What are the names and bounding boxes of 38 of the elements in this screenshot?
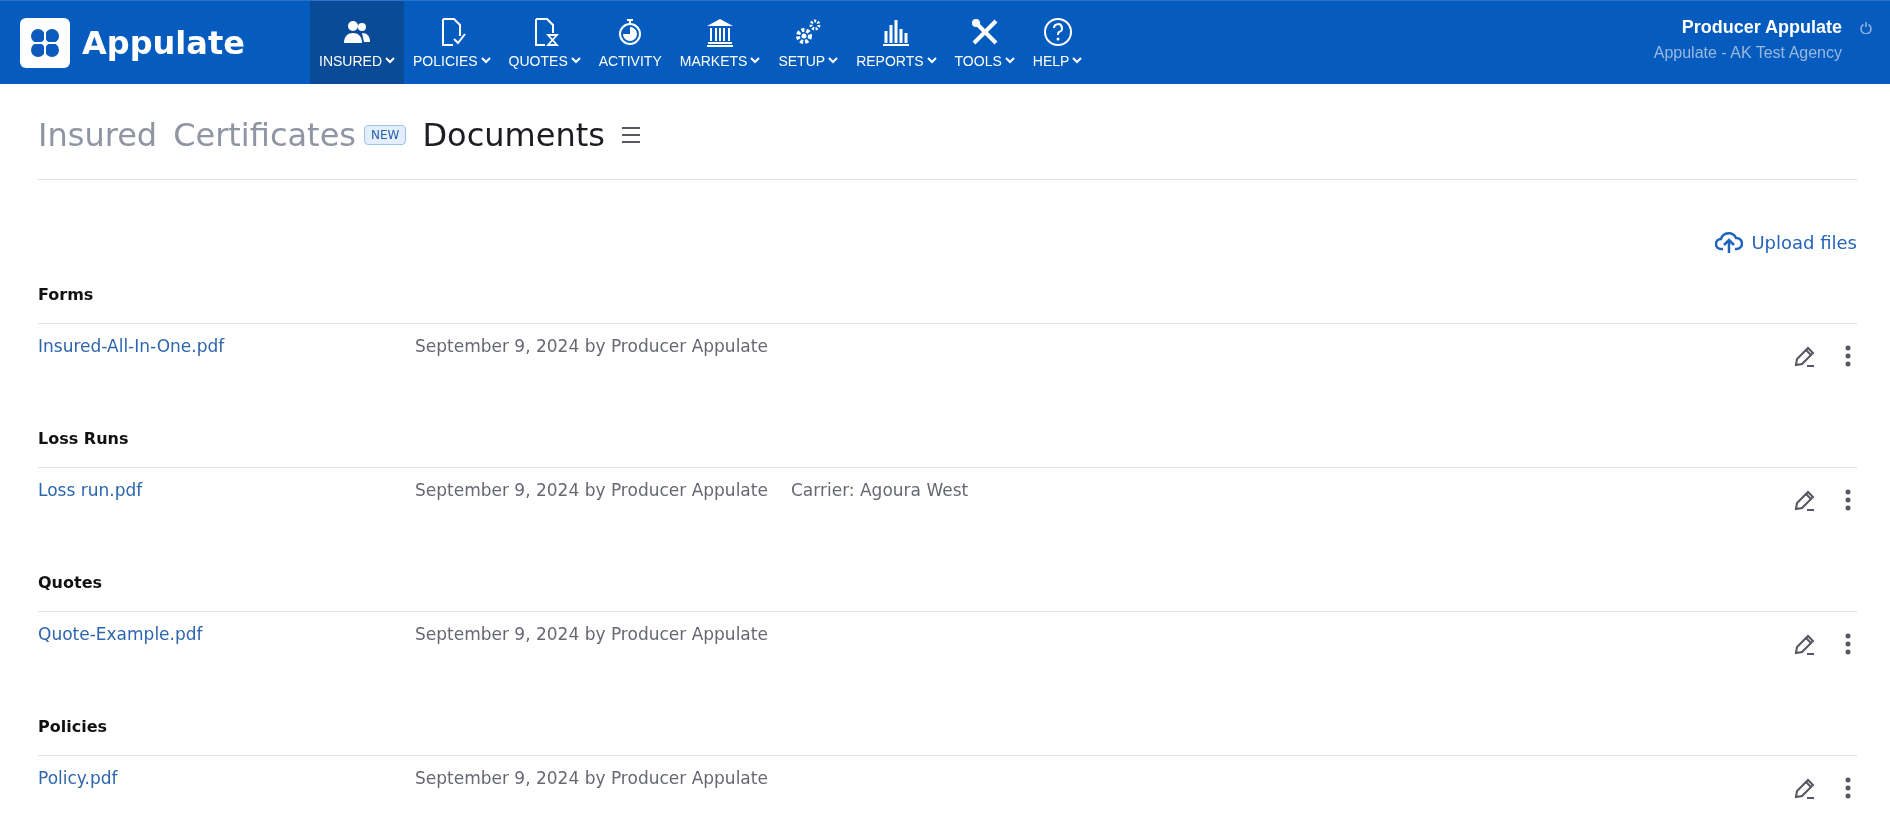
nav-item[interactable]: HELP: [1023, 1, 1092, 84]
more-options-icon[interactable]: [1845, 633, 1851, 655]
upload-files-button[interactable]: Upload files: [1715, 218, 1857, 266]
menu-icon[interactable]: [620, 125, 641, 144]
new-badge: NEW: [364, 124, 407, 145]
help-icon: [1042, 16, 1073, 47]
document-meta: September 9, 2024 by Producer Appulate: [415, 336, 768, 356]
nav-item[interactable]: POLICIES: [404, 1, 500, 84]
document-meta: September 9, 2024 by Producer Appulate: [415, 768, 768, 788]
nav-item[interactable]: INSURED: [310, 1, 404, 84]
user-name: Producer Appulate: [1681, 17, 1842, 38]
document-link[interactable]: Insured-All-In-One.pdf: [38, 336, 225, 356]
more-options-icon[interactable]: [1845, 777, 1851, 799]
cloud-upload-icon: [1715, 230, 1744, 254]
nav-item[interactable]: ACTIVITY: [589, 1, 671, 84]
bank-icon: [705, 16, 736, 47]
more-options-icon[interactable]: [1845, 345, 1851, 367]
nav-item[interactable]: SETUP: [769, 1, 848, 84]
agency-name: Appulate - AK Test Agency: [1653, 44, 1842, 62]
section-title: Loss Runs: [38, 410, 1857, 468]
document-link[interactable]: Loss run.pdf: [38, 480, 143, 500]
logo-icon: [20, 17, 70, 68]
document-meta: September 9, 2024 by Producer Appulate: [415, 624, 768, 644]
document-meta: September 9, 2024 by Producer Appulate: [415, 480, 768, 500]
nav-item[interactable]: TOOLS: [945, 1, 1024, 84]
document-link[interactable]: Policy.pdf: [38, 768, 118, 788]
more-options-icon[interactable]: [1845, 489, 1851, 511]
logo-text: Appulate: [82, 23, 245, 62]
section-title: Forms: [38, 266, 1857, 324]
nav-item[interactable]: REPORTS: [847, 1, 946, 84]
nav-item[interactable]: MARKETS: [670, 1, 770, 84]
page-tab[interactable]: Documents: [422, 115, 605, 154]
section-title: Policies: [38, 698, 1857, 756]
power-icon[interactable]: [1860, 21, 1872, 34]
carrier-text: Carrier: Agoura West: [791, 480, 969, 500]
nav-item[interactable]: QUOTES: [499, 1, 590, 84]
document-link[interactable]: Quote-Example.pdf: [38, 624, 203, 644]
section-title: Quotes: [38, 554, 1857, 612]
